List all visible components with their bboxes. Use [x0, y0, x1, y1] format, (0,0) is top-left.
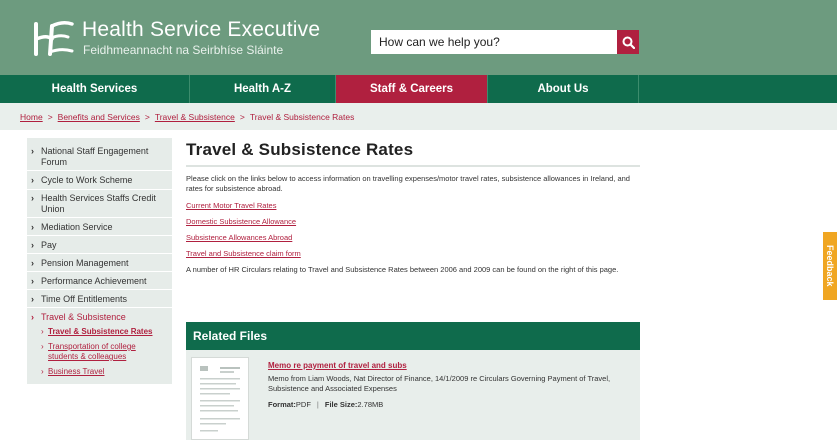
- breadcrumb-separator: >: [239, 111, 245, 122]
- sidebar-subitem-label: Transportation of college students & col…: [48, 342, 136, 361]
- sidebar-item-label: Time Off Entitlements: [41, 294, 128, 304]
- file-title-link[interactable]: Memo re payment of travel and subs: [268, 361, 407, 370]
- breadcrumb-separator: >: [144, 111, 150, 122]
- sidebar-item-pay[interactable]: › Pay: [31, 240, 170, 251]
- breadcrumb-separator: >: [47, 111, 53, 122]
- chevron-right-icon: ›: [31, 175, 34, 185]
- nav-health-services[interactable]: Health Services: [0, 75, 190, 103]
- sidebar-subitem-transportation[interactable]: › Transportation of college students & co…: [41, 342, 166, 362]
- sidebar-item-staff-engagement[interactable]: › National Staff Engagement Forum: [31, 146, 170, 168]
- sidebar-subitem-travel-rates[interactable]: › Travel & Subsistence Rates: [41, 327, 166, 337]
- chevron-right-icon: ›: [31, 222, 34, 232]
- sidebar-item-credit-union[interactable]: › Health Services Staffs Credit Union: [31, 193, 170, 215]
- intro-text: Please click on the links below to acces…: [186, 174, 630, 193]
- file-thumbnail[interactable]: [191, 357, 249, 440]
- hse-logo-icon[interactable]: [30, 16, 76, 62]
- search-button[interactable]: [617, 30, 639, 54]
- file-meta: Format:PDF | File Size:2.78MB: [268, 400, 383, 409]
- size-label: File Size:: [324, 400, 358, 409]
- page-title: Travel & Subsistence Rates: [186, 140, 414, 159]
- sidebar-item-pension[interactable]: › Pension Management: [31, 258, 170, 269]
- feedback-tab[interactable]: Feedback: [823, 232, 837, 300]
- size-value: 2.78MB: [357, 400, 384, 409]
- chevron-right-icon: ›: [31, 258, 34, 268]
- related-files-heading: Related Files: [186, 322, 640, 350]
- sidebar-item-label: Performance Achievement: [41, 276, 147, 286]
- chevron-right-icon: ›: [31, 193, 34, 203]
- format-label: Format:: [268, 400, 296, 409]
- sidebar-item-label: Cycle to Work Scheme: [41, 175, 133, 185]
- sidebar-item-performance[interactable]: › Performance Achievement: [31, 276, 170, 287]
- sidebar-item-time-off[interactable]: › Time Off Entitlements: [31, 294, 170, 305]
- document-preview-icon: [200, 366, 240, 432]
- related-files-panel: [186, 350, 640, 440]
- link-current-motor-travel-rates[interactable]: Current Motor Travel Rates: [186, 201, 276, 210]
- site-title[interactable]: Health Service Executive: [82, 18, 320, 42]
- chevron-right-icon: ›: [41, 342, 44, 351]
- nav-health-a-z[interactable]: Health A-Z: [190, 75, 336, 103]
- format-value: PDF: [295, 400, 311, 409]
- site-header: Health Service Executive Feidhmeannacht …: [0, 0, 837, 75]
- sidebar-item-label: Pay: [41, 240, 57, 250]
- nav-staff-careers[interactable]: Staff & Careers: [336, 75, 488, 103]
- divider: [27, 307, 172, 308]
- chevron-right-icon: ›: [41, 327, 44, 336]
- sidebar-item-cycle-to-work[interactable]: › Cycle to Work Scheme: [31, 175, 170, 186]
- sidebar-subitem-label: Travel & Subsistence Rates: [48, 327, 153, 336]
- site-subtitle: Feidhmeannacht na Seirbhíse Sláinte: [83, 43, 284, 57]
- sidebar-item-label: Travel & Subsistence: [41, 312, 126, 322]
- sidebar: › National Staff Engagement Forum › Cycle …: [27, 138, 172, 384]
- sidebar-subitem-business-travel[interactable]: › Business Travel: [41, 367, 166, 377]
- sidebar-item-travel-subsistence[interactable]: › Travel & Subsistence: [31, 312, 170, 323]
- breadcrumb-home[interactable]: Home: [20, 112, 43, 122]
- chevron-right-icon: ›: [41, 367, 44, 376]
- chevron-right-icon: ›: [31, 240, 34, 250]
- divider: [27, 217, 172, 218]
- circulars-note: A number of HR Circulars relating to Tra…: [186, 265, 619, 274]
- sidebar-item-mediation[interactable]: › Mediation Service: [31, 222, 170, 233]
- divider: [27, 253, 172, 254]
- divider: [27, 271, 172, 272]
- divider: [27, 189, 172, 190]
- divider: [27, 289, 172, 290]
- title-divider: [186, 165, 640, 167]
- chevron-right-icon: ›: [31, 146, 34, 156]
- meta-separator: |: [316, 400, 319, 409]
- link-subsistence-abroad[interactable]: Subsistence Allowances Abroad: [186, 233, 292, 242]
- search-input[interactable]: [371, 30, 617, 54]
- nav-about-us[interactable]: About Us: [488, 75, 639, 103]
- breadcrumb: Home > Benefits and Services > Travel & …: [0, 103, 837, 130]
- sidebar-subitem-label: Business Travel: [48, 367, 105, 376]
- main-nav: Health Services Health A-Z Staff & Caree…: [0, 75, 837, 103]
- link-domestic-subsistence[interactable]: Domestic Subsistence Allowance: [186, 217, 296, 226]
- breadcrumb-benefits[interactable]: Benefits and Services: [58, 112, 140, 122]
- divider: [27, 235, 172, 236]
- sidebar-item-label: Health Services Staffs Credit Union: [41, 193, 156, 214]
- breadcrumb-current: Travel & Subsistence Rates: [249, 111, 355, 122]
- chevron-right-icon: ›: [31, 276, 34, 286]
- sidebar-item-label: National Staff Engagement Forum: [41, 146, 149, 167]
- search-icon: [622, 36, 635, 49]
- chevron-right-icon: ›: [31, 294, 34, 304]
- sidebar-item-label: Mediation Service: [41, 222, 113, 232]
- sidebar-item-label: Pension Management: [41, 258, 129, 268]
- file-description: Memo from Liam Woods, Nat Director of Fi…: [268, 374, 611, 393]
- divider: [27, 170, 172, 171]
- chevron-right-icon: ›: [31, 312, 34, 322]
- breadcrumb-travel-subsistence[interactable]: Travel & Subsistence: [155, 112, 235, 122]
- link-claim-form[interactable]: Travel and Subsistence claim form: [186, 249, 301, 258]
